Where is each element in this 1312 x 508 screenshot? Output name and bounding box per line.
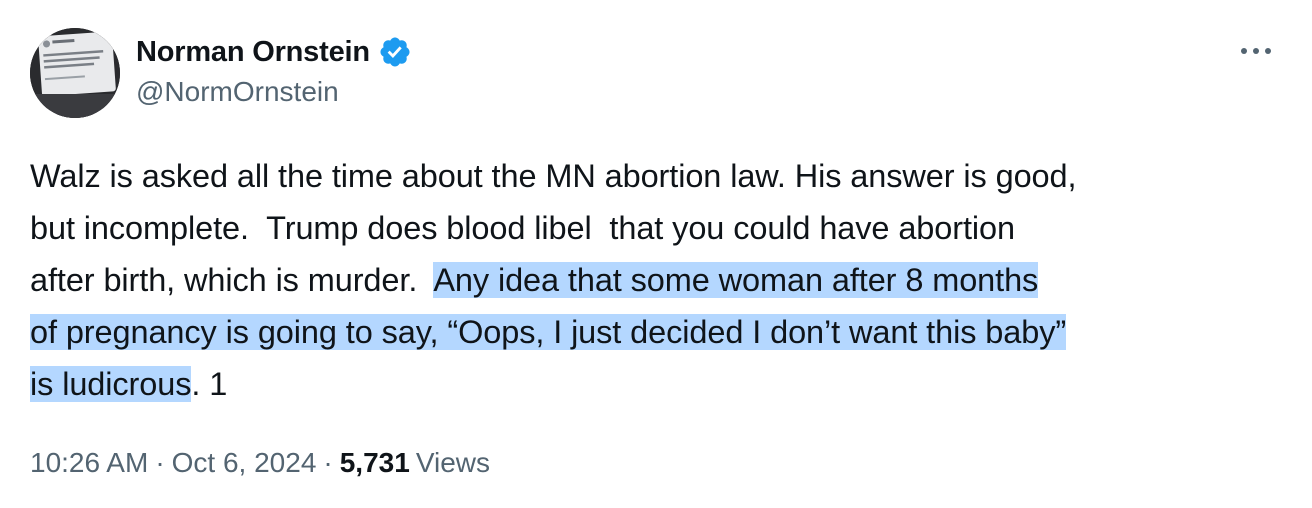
- tweet-date[interactable]: Oct 6, 2024: [172, 447, 317, 479]
- selected-text: of pregnancy is going to say, “Oops, I j…: [30, 314, 1067, 350]
- avatar-image: [30, 28, 120, 118]
- author-handle[interactable]: @NormOrnstein: [136, 76, 339, 108]
- selected-text: is ludicrous: [30, 366, 192, 402]
- author-name-row: Norman Ornstein: [136, 30, 412, 74]
- tweet-text-line: is ludicrous. 1: [30, 358, 1300, 410]
- verified-badge-icon[interactable]: [378, 35, 412, 69]
- tweet-metadata: 10:26 AM · Oct 6, 2024 · 5,731 Views: [30, 447, 490, 479]
- tweet-text: Walz is asked all the time about the MN …: [30, 150, 1300, 410]
- selected-text: Any idea that some woman after 8 months: [433, 262, 1039, 298]
- tweet-text-line: of pregnancy is going to say, “Oops, I j…: [30, 306, 1300, 358]
- text-segment: Walz is asked all the time about the MN …: [30, 158, 1077, 194]
- tweet: Norman Ornstein @NormOrnstein Walz is as…: [0, 0, 1312, 508]
- views-count[interactable]: 5,731: [340, 447, 410, 479]
- display-name[interactable]: Norman Ornstein: [136, 36, 370, 69]
- tweet-text-line: after birth, which is murder. Any idea t…: [30, 254, 1300, 306]
- separator: ·: [323, 447, 333, 478]
- tweet-text-line: but incomplete. Trump does blood libel t…: [30, 202, 1300, 254]
- text-segment: . 1: [191, 366, 228, 402]
- tweet-text-line: Walz is asked all the time about the MN …: [30, 150, 1300, 202]
- more-options-button[interactable]: [1236, 36, 1276, 66]
- separator: ·: [155, 447, 165, 478]
- views-label: Views: [415, 447, 490, 478]
- tweet-time[interactable]: 10:26 AM: [30, 447, 148, 479]
- more-horizontal-icon: [1241, 48, 1271, 54]
- text-segment: after birth, which is murder.: [30, 262, 434, 298]
- text-segment: but incomplete. Trump does blood libel t…: [30, 210, 1015, 246]
- avatar[interactable]: [30, 28, 120, 118]
